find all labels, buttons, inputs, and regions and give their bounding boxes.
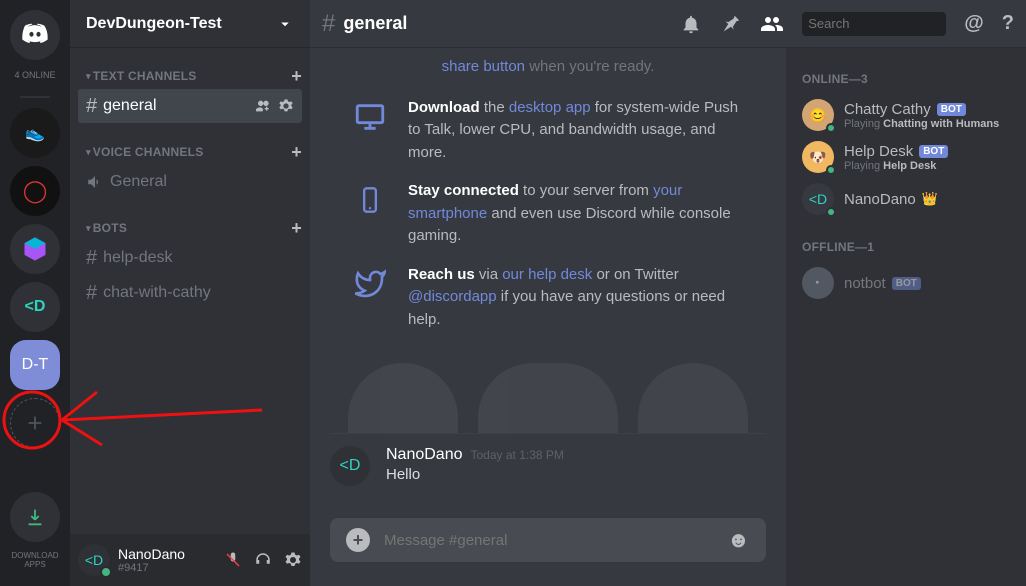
message-row: <D NanoDano Today at 1:38 PM Hello bbox=[310, 434, 786, 498]
avatar: 🐶 bbox=[802, 141, 834, 173]
channel-category[interactable]: ▾ BOTS + bbox=[70, 216, 310, 240]
server-item-active[interactable]: D-T bbox=[10, 340, 60, 390]
member-category-online: ONLINE—3 bbox=[794, 64, 1018, 94]
member-list: ONLINE—3 😊 Chatty CathyBOT Playing Chatt… bbox=[786, 48, 1026, 586]
message-area: share button when you're ready. Download… bbox=[310, 48, 786, 586]
server-item[interactable]: <D bbox=[10, 282, 60, 332]
voice-channel-item[interactable]: General bbox=[78, 165, 302, 199]
guild-header[interactable]: DevDungeon-Test bbox=[70, 0, 310, 48]
message-input-bar[interactable]: + ☻ bbox=[330, 518, 766, 562]
partial-link[interactable]: share button bbox=[442, 58, 525, 75]
channel-title: general bbox=[343, 13, 680, 34]
status-indicator bbox=[100, 566, 112, 578]
bell-icon[interactable] bbox=[680, 13, 702, 35]
hash-icon: # bbox=[86, 95, 97, 118]
search-box[interactable] bbox=[802, 12, 946, 36]
invite-icon[interactable] bbox=[256, 98, 272, 114]
message-input[interactable] bbox=[384, 532, 713, 549]
twitter-link[interactable]: @discordapp bbox=[408, 288, 497, 305]
avatar bbox=[802, 267, 834, 299]
avatar[interactable]: <D bbox=[78, 544, 110, 576]
online-count-label: 4 ONLINE bbox=[14, 70, 55, 80]
chevron-down-icon bbox=[276, 15, 294, 33]
help-desk-link[interactable]: our help desk bbox=[502, 266, 592, 283]
settings-icon[interactable] bbox=[284, 551, 302, 569]
add-server-button[interactable] bbox=[10, 398, 60, 448]
guild-name: DevDungeon-Test bbox=[86, 15, 276, 33]
welcome-tips: share button when you're ready. Download… bbox=[310, 48, 786, 433]
download-apps-button[interactable] bbox=[10, 492, 60, 542]
desktop-app-link[interactable]: desktop app bbox=[509, 99, 591, 116]
avatar: <D bbox=[802, 183, 834, 215]
channel-item[interactable]: # help-desk bbox=[78, 241, 302, 275]
members-icon[interactable] bbox=[760, 12, 784, 36]
twitter-icon bbox=[350, 264, 390, 304]
attach-button[interactable]: + bbox=[346, 528, 370, 552]
message-timestamp: Today at 1:38 PM bbox=[471, 448, 564, 462]
server-item[interactable]: ◯ bbox=[10, 166, 60, 216]
add-channel-button[interactable]: + bbox=[291, 218, 302, 239]
owner-crown-icon: 👑 bbox=[922, 191, 938, 207]
bot-badge: BOT bbox=[919, 145, 948, 158]
member-category-offline: OFFLINE—1 bbox=[794, 232, 1018, 262]
deafen-icon[interactable] bbox=[254, 551, 272, 569]
channel-topbar: # general @ ? bbox=[310, 0, 1026, 48]
server-list: 4 ONLINE 👟 ◯ <D D-T DOWNLOADAPPS bbox=[0, 0, 70, 586]
channel-item[interactable]: # general bbox=[78, 89, 302, 123]
main-area: # general @ ? share button when you're r… bbox=[310, 0, 1026, 586]
download-apps-label: DOWNLOADAPPS bbox=[11, 552, 58, 570]
gear-icon[interactable] bbox=[278, 98, 294, 114]
home-button[interactable] bbox=[10, 10, 60, 60]
emoji-button[interactable]: ☻ bbox=[727, 527, 750, 553]
mute-icon[interactable] bbox=[224, 551, 242, 569]
bot-badge: BOT bbox=[892, 277, 921, 290]
member-item[interactable]: 😊 Chatty CathyBOT Playing Chatting with … bbox=[794, 94, 1018, 136]
server-item[interactable] bbox=[10, 224, 60, 274]
channel-category[interactable]: ▾ TEXT CHANNELS + bbox=[70, 64, 310, 88]
member-item[interactable]: 🐶 Help DeskBOT Playing Help Desk bbox=[794, 136, 1018, 178]
mentions-icon[interactable]: @ bbox=[964, 12, 984, 35]
help-icon[interactable]: ? bbox=[1002, 12, 1014, 35]
ghost-decoration bbox=[310, 363, 786, 433]
chevron-down-icon: ▾ bbox=[86, 147, 91, 158]
message-author[interactable]: NanoDano bbox=[386, 446, 463, 464]
user-panel: <D NanoDano #9417 bbox=[70, 534, 310, 586]
chevron-down-icon: ▾ bbox=[86, 223, 91, 234]
hash-icon: # bbox=[322, 10, 335, 38]
hash-icon: # bbox=[86, 282, 97, 305]
pin-icon[interactable] bbox=[720, 13, 742, 35]
add-channel-button[interactable]: + bbox=[291, 142, 302, 163]
member-item[interactable]: notbotBOT bbox=[794, 262, 1018, 304]
chevron-down-icon: ▾ bbox=[86, 71, 91, 82]
server-item[interactable]: 👟 bbox=[10, 108, 60, 158]
server-separator bbox=[20, 96, 50, 98]
channel-sidebar: DevDungeon-Test ▾ TEXT CHANNELS + # gene… bbox=[70, 0, 310, 586]
avatar[interactable]: <D bbox=[330, 446, 370, 486]
user-tag: #9417 bbox=[118, 562, 224, 574]
hash-icon: # bbox=[86, 247, 97, 270]
add-channel-button[interactable]: + bbox=[291, 66, 302, 87]
channel-item[interactable]: # chat-with-cathy bbox=[78, 276, 302, 310]
message-text: Hello bbox=[386, 466, 766, 483]
avatar: 😊 bbox=[802, 99, 834, 131]
member-item[interactable]: <D NanoDano👑 bbox=[794, 178, 1018, 220]
search-input[interactable] bbox=[808, 16, 984, 31]
phone-icon bbox=[350, 180, 390, 220]
channel-category[interactable]: ▾ VOICE CHANNELS + bbox=[70, 140, 310, 164]
speaker-icon bbox=[86, 173, 104, 191]
username: NanoDano bbox=[118, 546, 224, 562]
bot-badge: BOT bbox=[937, 103, 966, 116]
monitor-icon bbox=[350, 97, 390, 137]
